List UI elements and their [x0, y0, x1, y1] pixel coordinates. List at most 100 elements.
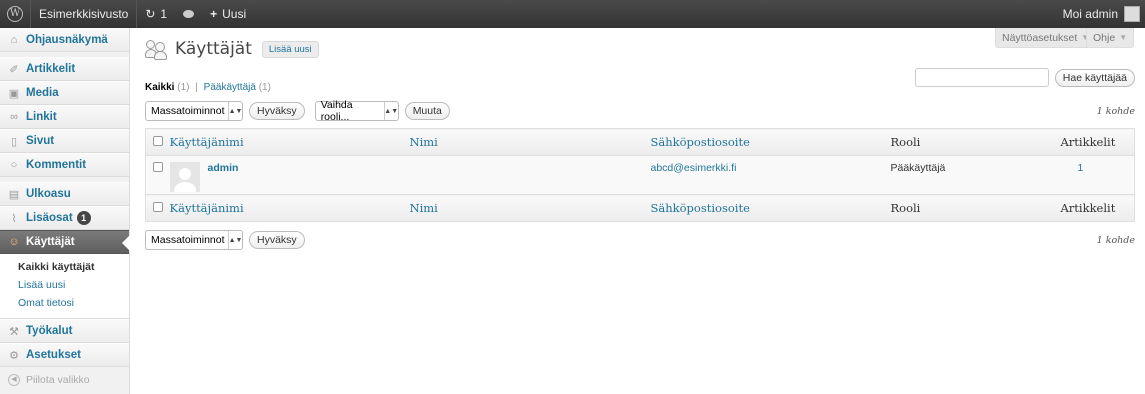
column-role: Rooli — [890, 194, 1061, 222]
admin-bar: W Esimerkkisivusto ↻ 1 + Uusi Moi admin — [0, 0, 1145, 28]
menu-item-label: Käyttäjät — [26, 236, 75, 248]
menu-item-label: Linkit — [26, 111, 57, 123]
column-posts: Artikkelit — [1060, 128, 1135, 156]
apply-button[interactable]: Hyväksy — [249, 102, 305, 120]
select-arrows-icon: ▲▼ — [383, 102, 398, 120]
search-users-button[interactable]: Hae käyttäjää — [1054, 68, 1135, 87]
table-header-row: Käyttäjänimi Nimi Sähköpostiosoite Rooli… — [145, 128, 1135, 156]
filter-admin-link[interactable]: Pääkäyttäjä — [204, 82, 256, 93]
menu-item-label: Ulkoasu — [26, 188, 71, 200]
users-table: Käyttäjänimi Nimi Sähköpostiosoite Rooli… — [145, 128, 1135, 222]
screen-options-label: Näyttöasetukset — [1002, 31, 1078, 44]
help-label: Ohje — [1093, 31, 1116, 44]
link-icon: ∞ — [10, 111, 18, 123]
username-link[interactable]: admin — [208, 162, 239, 174]
settings-icon: ⚙ — [9, 349, 19, 362]
submenu-your-profile[interactable]: Omat tietosi — [0, 294, 129, 312]
tablenav-bottom: Massatoiminnot ▲▼ Hyväksy 1 kohde — [145, 230, 1135, 250]
column-role: Rooli — [890, 128, 1061, 156]
plugin-icon: ⌇ — [11, 212, 17, 225]
users-submenu: Kaikki käyttäjät Lisää uusi Omat tietosi — [0, 254, 129, 319]
menu-item-label: Lisäosat — [26, 212, 73, 224]
menu-item-appearance[interactable]: ▤ Ulkoasu — [0, 182, 129, 206]
wordpress-logo-icon[interactable]: W — [0, 0, 30, 28]
item-count: 1 kohde — [1096, 105, 1135, 117]
bulk-actions-select[interactable]: Massatoiminnot ▲▼ — [145, 101, 243, 121]
update-count-badge: 1 — [76, 211, 91, 225]
menu-item-pages[interactable]: ▯ Sivut — [0, 129, 129, 153]
new-content-link[interactable]: + Uusi — [202, 0, 254, 28]
help-tab[interactable]: Ohje ▼ — [1086, 28, 1135, 48]
row-checkbox-cell — [145, 155, 170, 195]
plus-icon: + — [210, 7, 218, 21]
tools-icon: ⚒ — [9, 325, 19, 338]
menu-item-comments[interactable]: ○ Kommentit — [0, 153, 129, 177]
chevron-down-icon: ▼ — [1119, 33, 1128, 42]
column-name[interactable]: Nimi — [409, 128, 651, 156]
menu-item-label: Kommentit — [26, 159, 87, 171]
users-icon: ☺ — [8, 236, 20, 248]
column-username[interactable]: Käyttäjänimi — [169, 128, 410, 156]
avatar — [169, 162, 200, 192]
menu-item-label: Työkalut — [26, 325, 73, 337]
submenu-all-users[interactable]: Kaikki käyttäjät — [0, 258, 129, 276]
email-link[interactable]: abcd@esimerkki.fi — [650, 155, 891, 195]
menu-item-media[interactable]: ▣ Media — [0, 81, 129, 105]
menu-item-label: Artikkelit — [26, 63, 76, 75]
select-all-cell — [145, 128, 170, 156]
updates-link[interactable]: ↻ 1 — [137, 0, 175, 28]
refresh-icon: ↻ — [145, 7, 156, 21]
column-email[interactable]: Sähköpostiosoite — [650, 128, 891, 156]
filter-admin-count: (1) — [258, 82, 271, 93]
filter-all-link[interactable]: Kaikki — [145, 82, 174, 93]
dashboard-icon: ⌂ — [10, 34, 18, 46]
apply-button[interactable]: Hyväksy — [249, 231, 305, 249]
add-new-user-button[interactable]: Lisää uusi — [261, 40, 319, 58]
bulk-actions-value: Massatoiminnot — [151, 234, 225, 246]
submenu-add-new[interactable]: Lisää uusi — [0, 276, 129, 294]
column-email[interactable]: Sähköpostiosoite — [650, 194, 891, 222]
role-cell: Pääkäyttäjä — [890, 155, 1061, 195]
menu-item-settings[interactable]: ⚙ Asetukset — [0, 343, 129, 367]
select-all-checkbox[interactable] — [153, 136, 163, 146]
username-cell: admin — [169, 155, 410, 195]
page-icon: ▯ — [10, 135, 18, 148]
menu-item-plugins[interactable]: ⌇ Lisäosat 1 — [0, 206, 129, 230]
screen-options-tab[interactable]: Näyttöasetukset ▼ — [995, 28, 1097, 48]
site-name-link[interactable]: Esimerkkisivusto — [31, 0, 136, 28]
comments-link[interactable] — [175, 0, 202, 28]
change-role-select[interactable]: Vaihda rooli... ▲▼ — [314, 99, 399, 123]
role-filter-links: Kaikki (1) | Pääkäyttäjä (1) — [145, 82, 271, 93]
filter-all-count: (1) — [177, 82, 190, 93]
column-posts: Artikkelit — [1060, 194, 1135, 222]
updates-count: 1 — [160, 7, 168, 21]
item-count: 1 kohde — [1096, 234, 1135, 246]
select-all-checkbox[interactable] — [153, 202, 163, 212]
column-name[interactable]: Nimi — [409, 194, 651, 222]
pin-icon: ✐ — [9, 63, 19, 76]
menu-item-users[interactable]: ☺ Käyttäjät — [0, 230, 130, 254]
posts-count-link[interactable]: 1 — [1060, 155, 1135, 195]
collapse-label: Piilota valikko — [26, 374, 90, 386]
menu-item-dashboard[interactable]: ⌂ Ohjausnäkymä — [0, 28, 129, 52]
bulk-actions-select[interactable]: Massatoiminnot ▲▼ — [145, 230, 243, 250]
tablenav-top: Massatoiminnot ▲▼ Hyväksy Vaihda rooli..… — [145, 99, 1135, 123]
admin-menu: ⌂ Ohjausnäkymä ✐ Artikkelit ▣ Media ∞ Li… — [0, 28, 130, 394]
collapse-menu-button[interactable]: ◀ Piilota valikko — [0, 367, 129, 393]
menu-item-label: Media — [26, 87, 59, 99]
comment-bubble-icon — [183, 10, 195, 18]
select-all-cell — [145, 194, 170, 222]
menu-item-tools[interactable]: ⚒ Työkalut — [0, 319, 129, 343]
search-input[interactable] — [914, 68, 1049, 87]
row-checkbox[interactable] — [153, 162, 163, 172]
appearance-icon: ▤ — [8, 188, 20, 201]
account-label: Moi admin — [1062, 7, 1118, 21]
users-icon — [145, 38, 167, 60]
change-role-button[interactable]: Muuta — [404, 102, 450, 120]
menu-item-label: Ohjausnäkymä — [26, 34, 108, 46]
column-username[interactable]: Käyttäjänimi — [169, 194, 410, 222]
menu-item-posts[interactable]: ✐ Artikkelit — [0, 57, 129, 81]
page-header: Käyttäjät Lisää uusi — [145, 38, 319, 60]
my-account-link[interactable]: Moi admin — [1055, 0, 1145, 28]
menu-item-links[interactable]: ∞ Linkit — [0, 105, 129, 129]
